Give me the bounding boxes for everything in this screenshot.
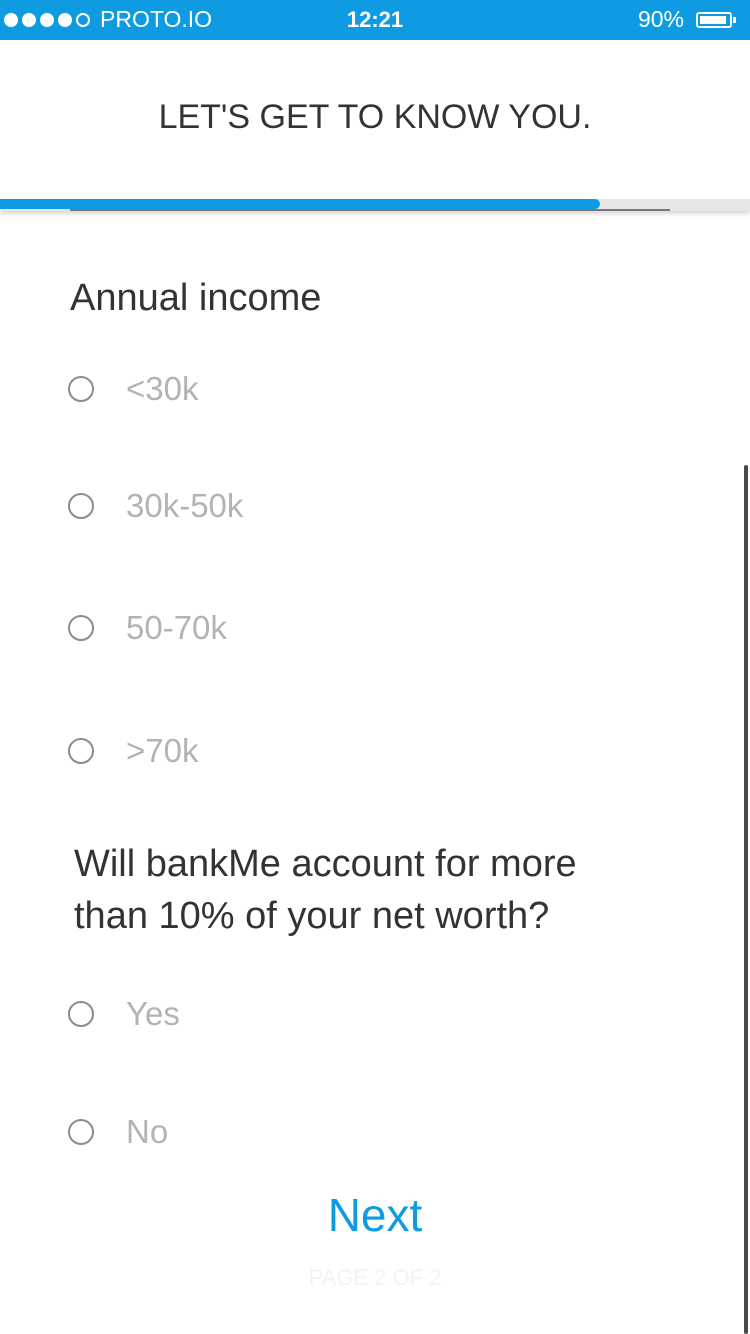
radio-option-no[interactable]: No xyxy=(68,1113,168,1151)
radio-option-label: >70k xyxy=(126,732,199,769)
radio-button-icon[interactable] xyxy=(68,1001,94,1027)
status-bar: PROTO.IO 12:21 90% xyxy=(0,0,750,40)
page-title: LET'S GET TO KNOW YOU. xyxy=(158,98,592,136)
progress-divider xyxy=(70,209,670,211)
radio-option-label: 30k-50k xyxy=(126,487,244,524)
page-indicator: PAGE 2 OF 2 xyxy=(308,1265,442,1290)
radio-button-icon[interactable] xyxy=(68,493,94,519)
radio-button-icon[interactable] xyxy=(68,615,94,641)
radio-button-icon[interactable] xyxy=(68,738,94,764)
progress-bar-fill xyxy=(0,199,600,209)
radio-option-income-30k-50k[interactable]: 30k-50k xyxy=(68,487,243,525)
radio-button-icon[interactable] xyxy=(68,1119,94,1145)
radio-option-income-50k-70k[interactable]: 50-70k xyxy=(68,609,227,647)
scrollbar[interactable] xyxy=(744,465,748,1334)
radio-option-income-over-70k[interactable]: >70k xyxy=(68,732,198,770)
next-button[interactable]: Next xyxy=(0,1188,750,1242)
question-net-worth: Will bankMe account for more than 10% of… xyxy=(74,843,577,937)
radio-option-yes[interactable]: Yes xyxy=(68,995,180,1033)
radio-option-label: <30k xyxy=(126,370,199,407)
radio-button-icon[interactable] xyxy=(68,376,94,402)
battery-icon xyxy=(696,11,736,28)
radio-option-label: 50-70k xyxy=(126,609,227,646)
battery-percent: 90% xyxy=(637,6,684,32)
radio-option-label: Yes xyxy=(126,995,180,1032)
radio-option-label: No xyxy=(126,1113,169,1150)
page-header: LET'S GET TO KNOW YOU. xyxy=(0,40,750,200)
question-annual-income: Annual income xyxy=(70,277,322,319)
status-right: 90% xyxy=(637,6,736,33)
radio-option-income-under-30k[interactable]: <30k xyxy=(68,370,198,408)
